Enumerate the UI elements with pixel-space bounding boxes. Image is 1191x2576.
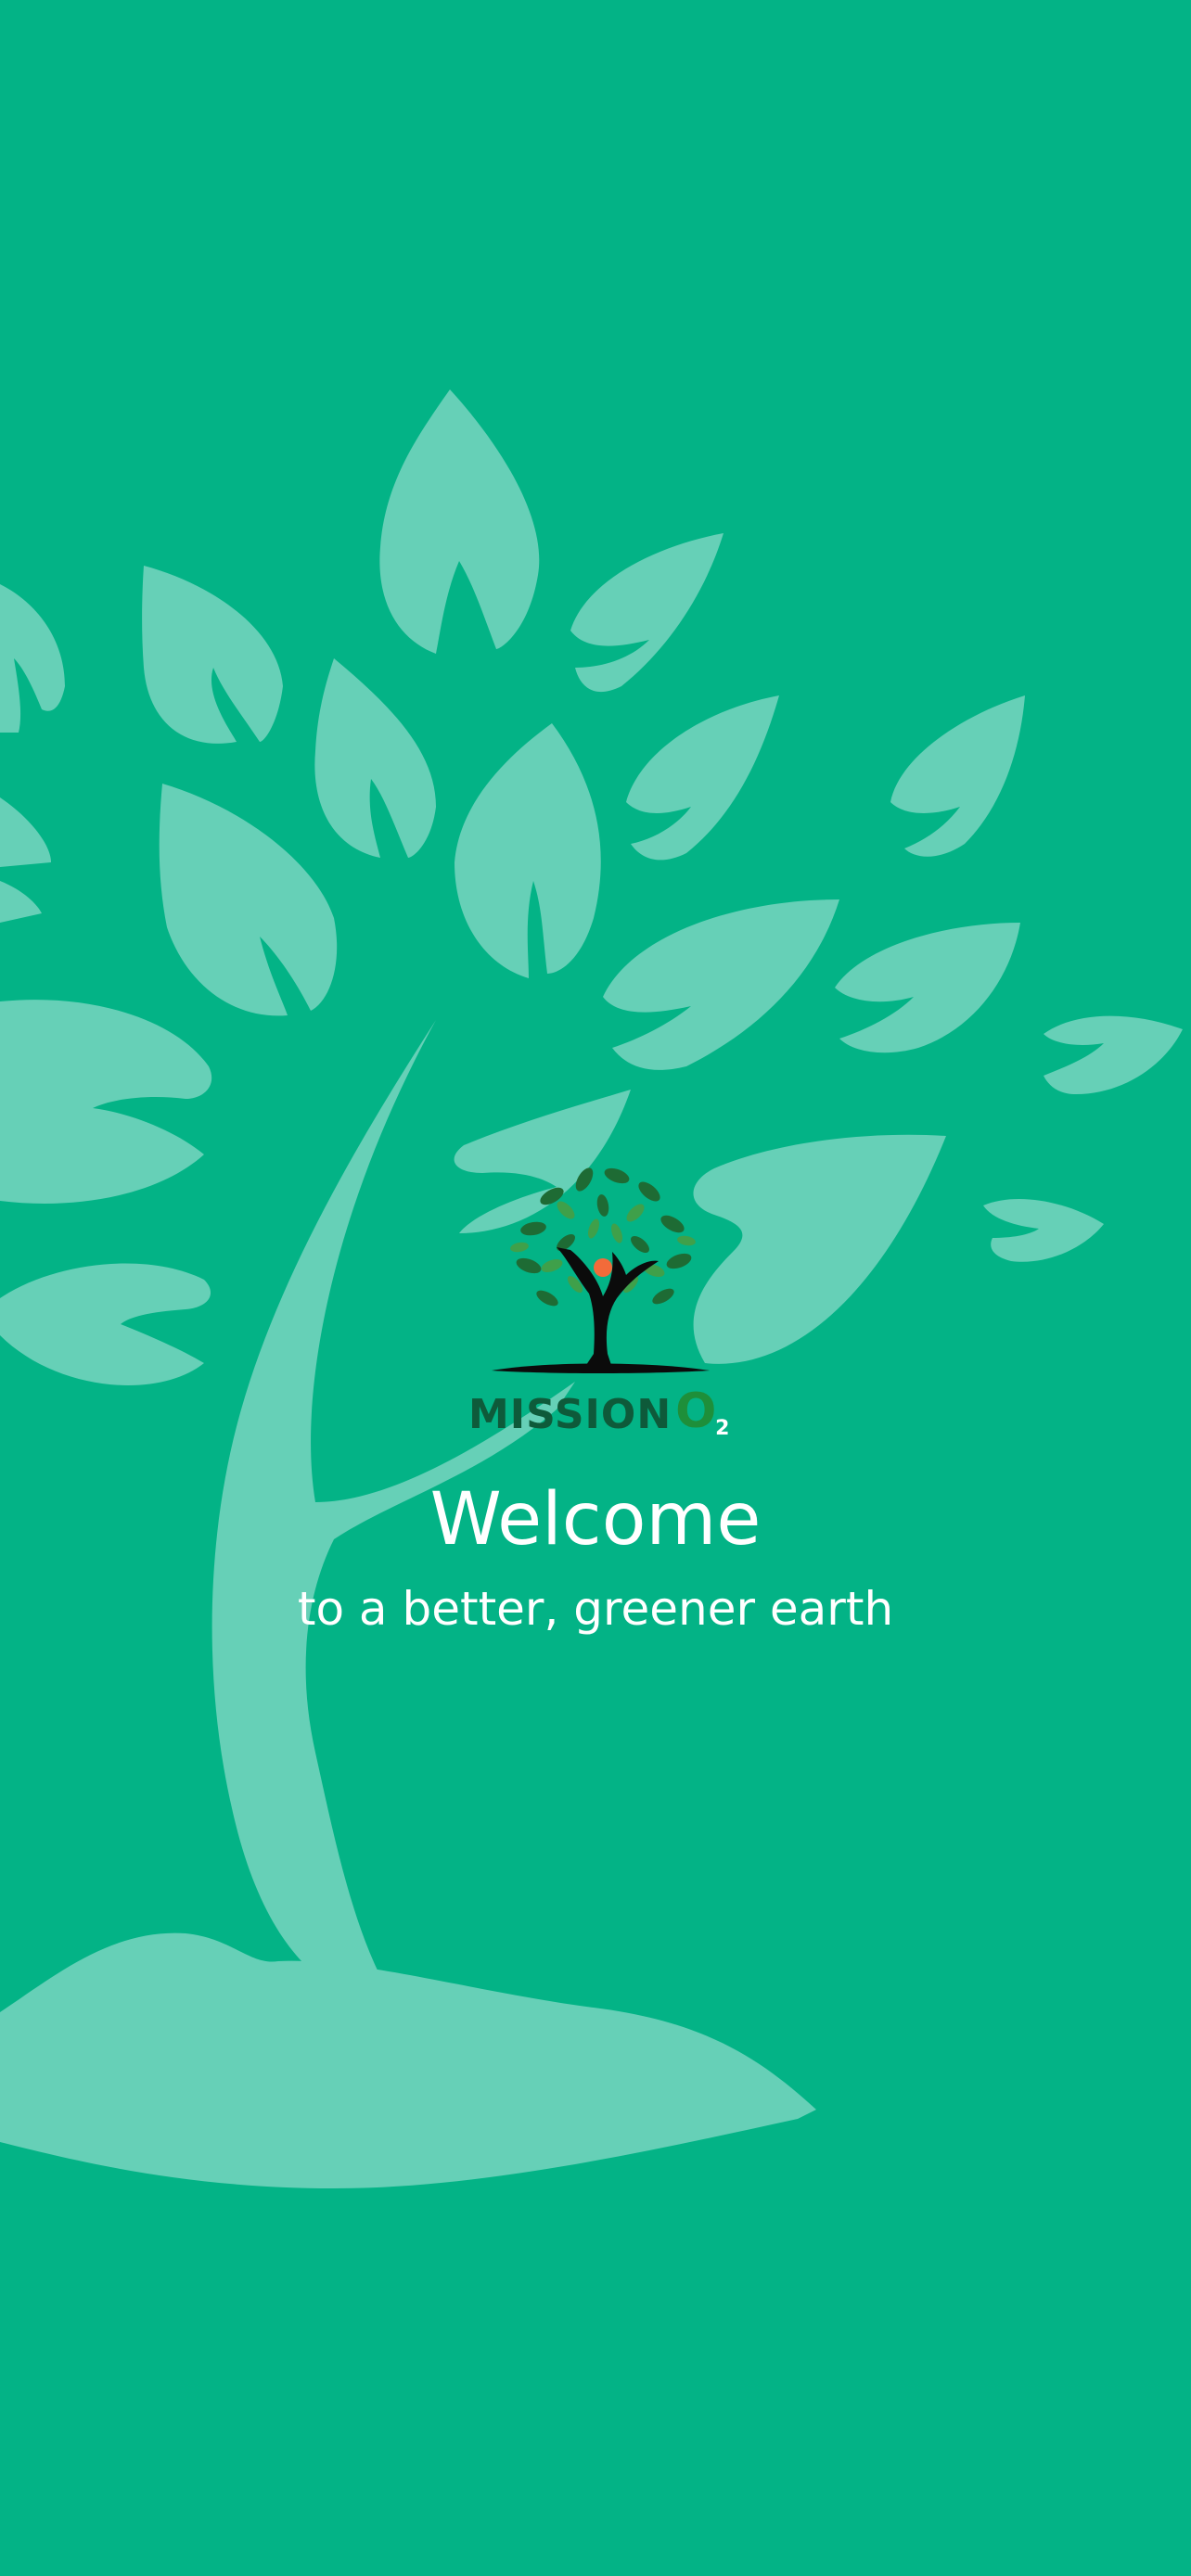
welcome-screen: MISSION O 2 Welcome to a better, greener… <box>0 0 1191 2576</box>
welcome-title: Welcome <box>429 1478 762 1562</box>
logo-o-letter: O 2 <box>675 1387 729 1439</box>
welcome-subtitle: to a better, greener earth <box>297 1582 894 1636</box>
logo-wordmark: MISSION O 2 <box>468 1380 737 1439</box>
tree-hands-icon <box>492 1167 710 1373</box>
logo-word: MISSION <box>468 1391 672 1438</box>
logo-o-text: O <box>675 1384 717 1439</box>
fruit-icon <box>594 1258 612 1277</box>
logo-subscript: 2 <box>715 1417 730 1440</box>
